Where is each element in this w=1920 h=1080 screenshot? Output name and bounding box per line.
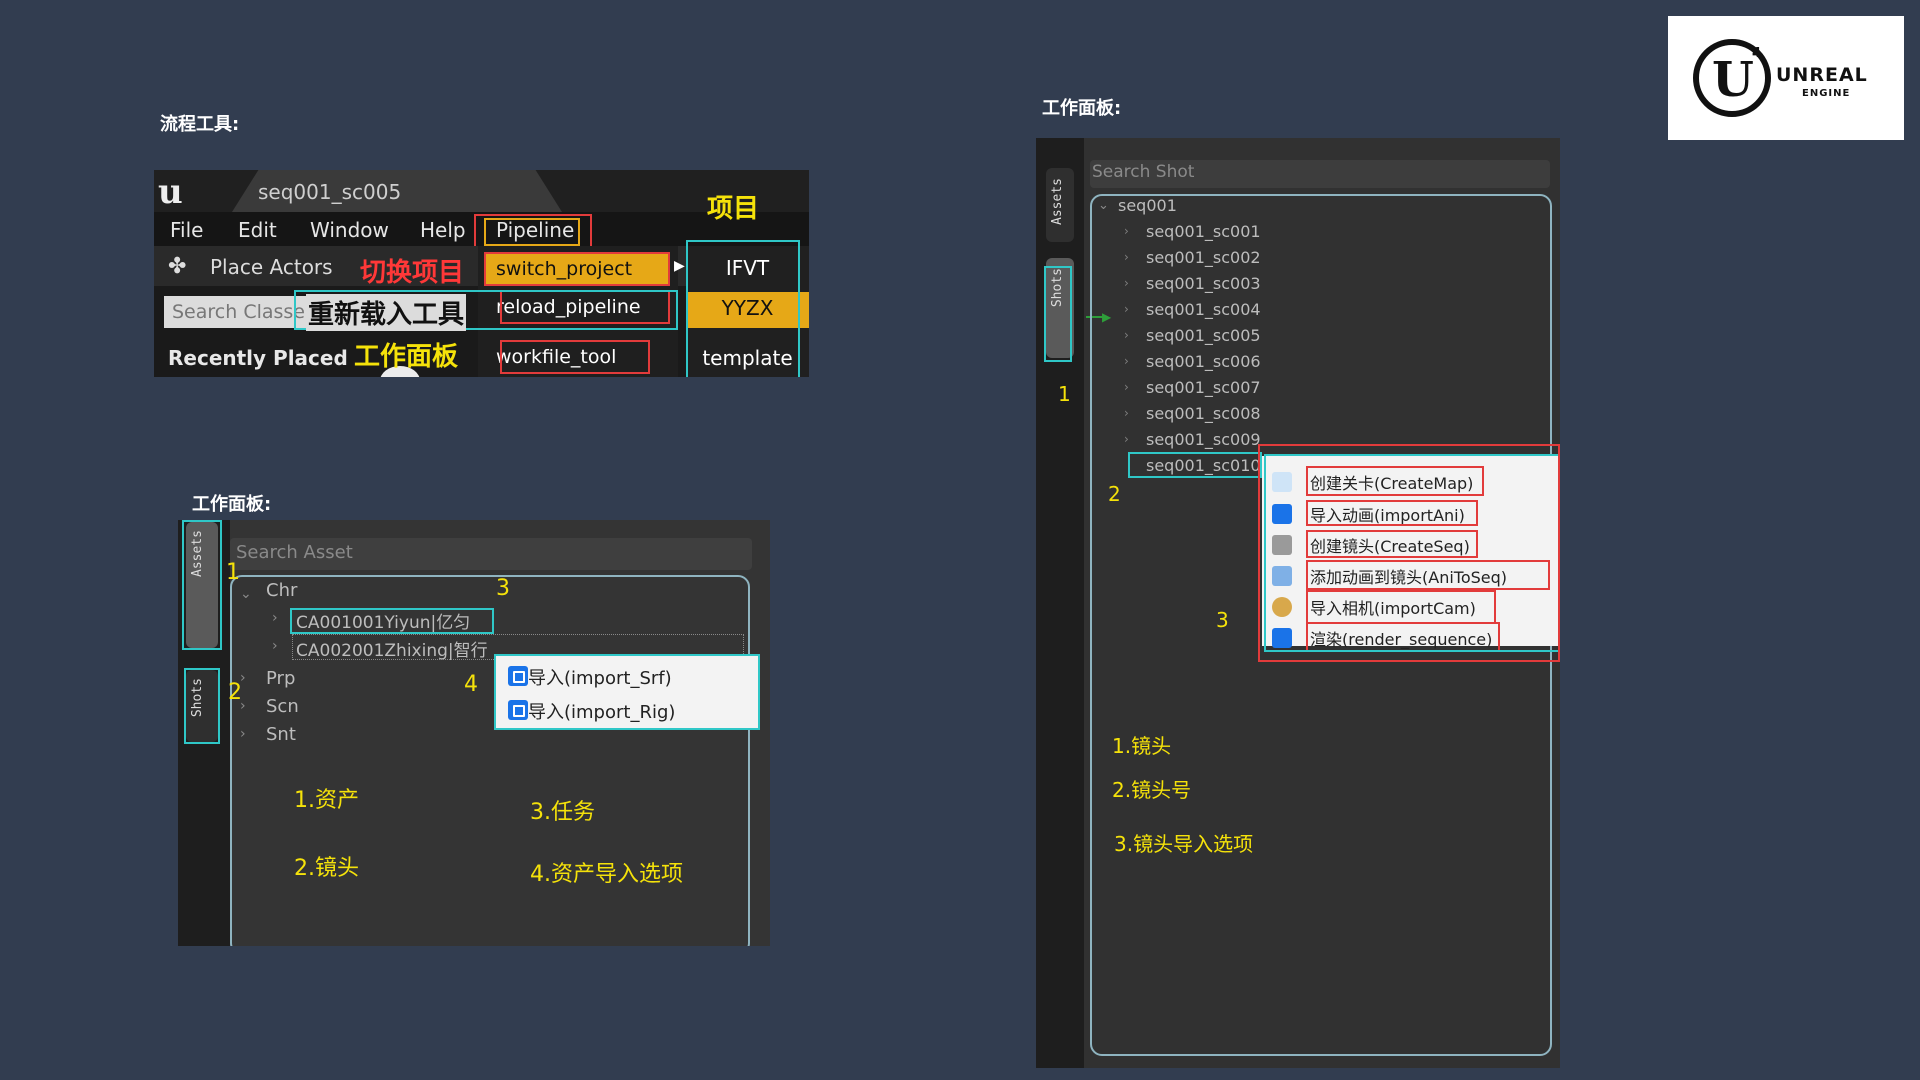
marker-2: 2 bbox=[228, 680, 242, 705]
chevron-right-icon[interactable]: › bbox=[1124, 250, 1129, 264]
context-menu-box bbox=[494, 654, 760, 730]
place-actors-icon: ✤ bbox=[168, 254, 187, 279]
tree-prp[interactable]: Prp bbox=[266, 668, 295, 689]
asset-workbench-heading: 工作面板: bbox=[192, 494, 272, 515]
shot-row[interactable]: seq001_sc007 bbox=[1146, 378, 1261, 397]
logo-line1: UNREAL bbox=[1776, 64, 1868, 86]
chevron-right-icon[interactable]: › bbox=[1124, 354, 1129, 368]
annotation-workbench: 工作面板 bbox=[354, 342, 459, 372]
chevron-right-icon[interactable]: › bbox=[240, 726, 246, 742]
tree-snt[interactable]: Snt bbox=[266, 724, 296, 745]
place-actors-label[interactable]: Place Actors bbox=[210, 255, 333, 279]
note-shot-number: 2.镜头号 bbox=[1112, 778, 1192, 802]
note-shot-import: 3.镜头导入选项 bbox=[1114, 832, 1254, 856]
tree-chr[interactable]: Chr bbox=[266, 580, 297, 601]
marker-2: 2 bbox=[1108, 482, 1121, 506]
logo-badge: 4 bbox=[1752, 46, 1762, 61]
pipeline-inner-box bbox=[484, 218, 580, 246]
tree-scn[interactable]: Scn bbox=[266, 696, 299, 717]
chevron-right-icon[interactable]: › bbox=[1124, 406, 1129, 420]
chevron-right-icon[interactable]: › bbox=[1124, 432, 1129, 446]
chevron-right-icon[interactable]: › bbox=[1124, 276, 1129, 290]
chevron-right-icon[interactable]: › bbox=[1124, 224, 1129, 238]
menu-window[interactable]: Window bbox=[310, 218, 389, 242]
chevron-right-icon[interactable]: › bbox=[1124, 328, 1129, 342]
shot-row[interactable]: seq001_sc005 bbox=[1146, 326, 1261, 345]
switch-project-box bbox=[484, 252, 670, 286]
project-list-box bbox=[686, 240, 800, 377]
shot-workbench-heading: 工作面板: bbox=[1042, 98, 1122, 119]
tab-assets[interactable]: Assets bbox=[1046, 168, 1074, 242]
asset-highlight-box bbox=[290, 608, 494, 634]
note-asset-import: 4.资产导入选项 bbox=[530, 862, 683, 887]
marker-3: 3 bbox=[1216, 608, 1229, 632]
shot-row[interactable]: seq001_sc008 bbox=[1146, 404, 1261, 423]
pipeline-menu-screenshot: u seq001_sc005 File Edit Window Help Pip… bbox=[154, 170, 809, 377]
svg-text:U: U bbox=[1712, 52, 1754, 108]
chevron-right-icon[interactable]: › bbox=[1124, 380, 1129, 394]
level-tab-title: seq001_sc005 bbox=[258, 180, 402, 204]
menu-file[interactable]: File bbox=[170, 218, 203, 242]
pipeline-tools-heading: 流程工具: bbox=[160, 114, 240, 135]
note-shot: 1.镜头 bbox=[1112, 734, 1172, 758]
note-tasks: 3.任务 bbox=[530, 800, 595, 825]
shot-row[interactable]: seq001_sc001 bbox=[1146, 222, 1261, 241]
unreal-engine-logo: U 4 UNREAL ENGINE bbox=[1668, 16, 1904, 140]
tab-assets-label: Assets bbox=[1050, 178, 1065, 225]
assets-tab-box bbox=[182, 520, 222, 650]
note-assets: 1.资产 bbox=[294, 788, 359, 813]
shot-row[interactable]: seq001_sc002 bbox=[1146, 248, 1261, 267]
annotation-reload-tools: 重新载入工具 bbox=[306, 294, 467, 331]
chevron-right-icon[interactable]: › bbox=[272, 638, 278, 654]
marker-1: 1 bbox=[1058, 382, 1071, 406]
chevron-down-icon[interactable]: ⌄ bbox=[1098, 198, 1109, 213]
shots-tab-box bbox=[184, 668, 220, 744]
recently-placed-label[interactable]: Recently Placed bbox=[168, 346, 348, 370]
search-asset-placeholder: Search Asset bbox=[236, 542, 353, 563]
shot-number-box bbox=[1128, 452, 1262, 478]
asset-workbench-screenshot: Assets Shots Search Asset ⌄ Chr › CA0010… bbox=[178, 520, 770, 946]
chevron-right-icon[interactable]: › bbox=[1124, 302, 1129, 316]
note-shots: 2.镜头 bbox=[294, 856, 359, 881]
search-shot-placeholder: Search Shot bbox=[1092, 162, 1195, 182]
menu-edit[interactable]: Edit bbox=[238, 218, 277, 242]
tree-sequence[interactable]: seq001 bbox=[1118, 196, 1177, 215]
workfile-tool-box bbox=[500, 340, 650, 374]
context-menu-outer-box bbox=[1258, 444, 1560, 662]
ue-small-logo-icon: u bbox=[158, 172, 183, 212]
annotation-project: 项目 bbox=[707, 194, 760, 224]
shots-tab-box bbox=[1044, 266, 1072, 362]
logo-line2: ENGINE bbox=[1802, 88, 1851, 99]
menu-help[interactable]: Help bbox=[420, 218, 466, 242]
marker-4: 4 bbox=[464, 672, 478, 697]
chevron-right-icon[interactable]: › bbox=[272, 610, 278, 626]
shot-row[interactable]: seq001_sc003 bbox=[1146, 274, 1261, 293]
marker-1: 1 bbox=[226, 560, 240, 585]
submenu-arrow-icon: ▶ bbox=[674, 258, 685, 274]
shot-row[interactable]: seq001_sc004 bbox=[1146, 300, 1261, 319]
shot-row[interactable]: seq001_sc006 bbox=[1146, 352, 1261, 371]
annotation-switch-project: 切换项目 bbox=[360, 258, 465, 288]
chevron-down-icon[interactable]: ⌄ bbox=[240, 586, 252, 602]
shot-workbench-screenshot: Assets Shots ▶ Search Shot ⌄ seq001 › se… bbox=[1036, 138, 1560, 1068]
marker-3: 3 bbox=[496, 576, 510, 601]
shot-row[interactable]: seq001_sc009 bbox=[1146, 430, 1261, 449]
